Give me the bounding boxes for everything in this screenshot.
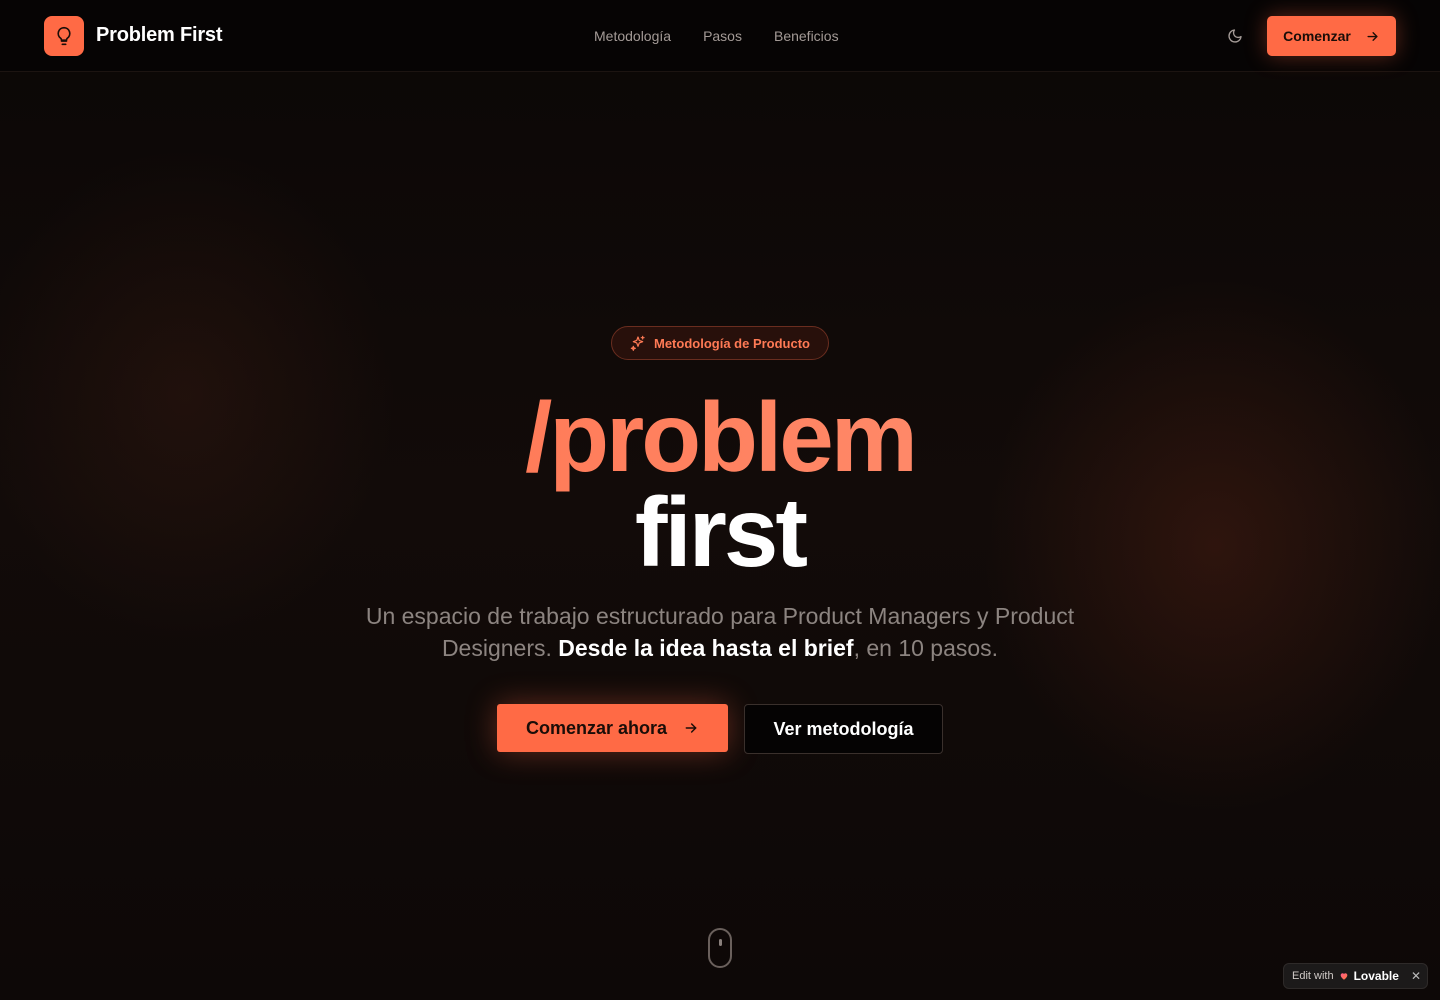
sparkles-icon	[630, 335, 645, 351]
hero-section: Metodología de Producto /problem first U…	[0, 72, 1440, 1000]
comenzar-ahora-label: Comenzar ahora	[525, 717, 668, 738]
arrow-right-icon	[1367, 31, 1378, 41]
hero-subtitle: Un espacio de trabajo estructurado para …	[360, 600, 1080, 664]
nav-links: Metodología Pasos Beneficios	[594, 28, 839, 44]
nav-link-metodologia[interactable]: Metodología	[594, 28, 671, 44]
lovable-prefix: Edit with	[1292, 970, 1334, 982]
logo[interactable]	[44, 16, 84, 56]
edit-with-lovable-badge[interactable]: Edit with Lovable ✕	[1283, 963, 1428, 989]
scroll-wheel	[719, 939, 722, 946]
lovable-name: Lovable	[1353, 969, 1399, 983]
badge-label: Metodología de Producto	[654, 335, 810, 351]
mouse-icon[interactable]	[708, 928, 732, 968]
nav-comenzar-label: Comenzar	[1283, 28, 1351, 44]
subtitle-highlight: Desde la idea hasta el brief	[558, 635, 854, 661]
nav-link-pasos[interactable]: Pasos	[703, 28, 742, 44]
lightbulb-icon	[57, 26, 71, 46]
theme-toggle-button[interactable]	[1222, 23, 1248, 49]
brand-name[interactable]: Problem First	[96, 24, 223, 47]
hero-title-line2: first	[634, 477, 808, 587]
nav-comenzar-button[interactable]: Comenzar	[1267, 16, 1396, 56]
nav-link-beneficios[interactable]: Beneficios	[774, 28, 839, 44]
methodology-badge: Metodología de Producto	[611, 326, 829, 360]
close-icon[interactable]: ✕	[1411, 969, 1421, 983]
heart-icon	[1340, 973, 1347, 980]
top-navbar: Problem First Metodología Pasos Benefici…	[0, 0, 1440, 72]
subtitle-ending: , en 10 pasos.	[853, 635, 999, 661]
ver-metodologia-label: Ver metodología	[773, 718, 914, 739]
moon-icon	[1228, 29, 1242, 43]
hero-title-line1: /problem	[0, 382, 1440, 492]
arrow-right-icon	[685, 723, 697, 733]
ver-metodologia-button[interactable]: Ver metodología	[744, 704, 943, 754]
comenzar-ahora-button[interactable]: Comenzar ahora	[497, 704, 728, 752]
